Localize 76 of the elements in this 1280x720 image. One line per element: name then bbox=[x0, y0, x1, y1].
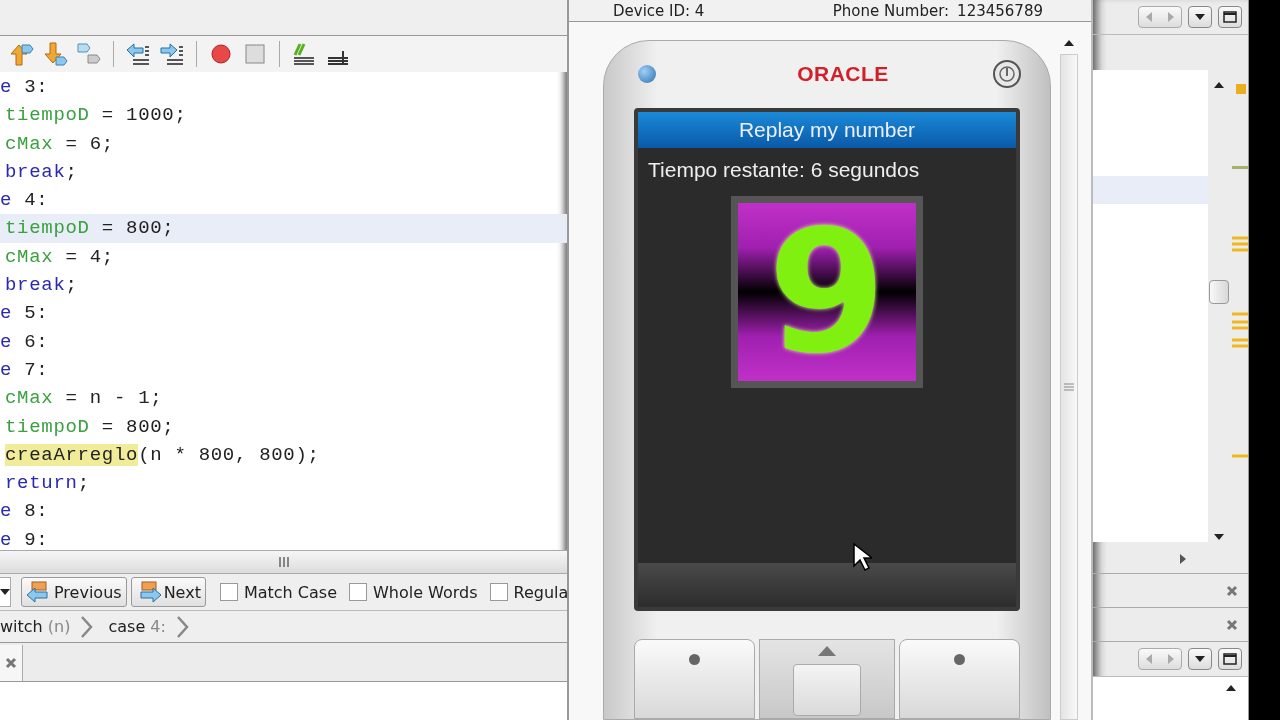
up-arrow-icon bbox=[818, 646, 836, 656]
brand-logo: ORACLE bbox=[797, 62, 889, 87]
caret-icon bbox=[0, 589, 10, 595]
code-line: cMax = n - 1; bbox=[4, 386, 164, 412]
grip-icon bbox=[277, 557, 290, 567]
mouse-cursor-icon bbox=[852, 541, 872, 572]
led-icon bbox=[638, 65, 656, 84]
comment-lines-icon[interactable] bbox=[291, 41, 317, 67]
shift-left-icon[interactable] bbox=[125, 41, 151, 67]
tab-scroll-buttons[interactable] bbox=[1138, 648, 1182, 670]
breadcrumb-item[interactable]: case 4: bbox=[108, 617, 166, 636]
code-line: e 4: bbox=[0, 188, 50, 214]
search-option[interactable]: Match Case bbox=[219, 582, 337, 602]
down-arrow-icon bbox=[1214, 534, 1224, 540]
arrow-up-icon[interactable] bbox=[8, 41, 34, 67]
code-line: creaArreglo(n * 800, 800); bbox=[4, 442, 321, 468]
checkbox[interactable] bbox=[489, 583, 508, 601]
code-line: e 7: bbox=[0, 357, 50, 383]
phone-number-label: Phone Number: bbox=[832, 1, 950, 20]
right-arrow-icon bbox=[1180, 554, 1186, 564]
scroll-thumb[interactable] bbox=[1209, 280, 1229, 304]
code-line: break; bbox=[4, 159, 79, 185]
search-dropdown[interactable] bbox=[0, 577, 11, 607]
close-icon[interactable] bbox=[1226, 584, 1238, 597]
arrow-down-icon[interactable] bbox=[42, 41, 68, 67]
close-tab-tab[interactable] bbox=[0, 645, 23, 681]
code-line: e 5: bbox=[0, 301, 50, 327]
vertical-scrollbar[interactable] bbox=[1059, 40, 1079, 720]
left-softkey[interactable] bbox=[634, 639, 755, 719]
power-icon[interactable] bbox=[992, 59, 1022, 90]
search-option[interactable]: Regula bbox=[489, 582, 567, 602]
checkbox[interactable] bbox=[219, 583, 238, 601]
code-line: tiempoD = 800; bbox=[4, 414, 176, 440]
record-icon[interactable] bbox=[208, 41, 234, 67]
up-arrow-icon bbox=[1214, 82, 1224, 88]
window-icon bbox=[1223, 653, 1237, 665]
code-line: e 8: bbox=[0, 499, 50, 525]
up-arrow-icon bbox=[1064, 40, 1074, 46]
grip-icon bbox=[1064, 382, 1074, 392]
number-tile: 9 bbox=[731, 195, 923, 388]
search-option[interactable]: Whole Words bbox=[348, 582, 478, 602]
shift-right-icon[interactable] bbox=[159, 41, 185, 67]
window-icon bbox=[1223, 11, 1237, 23]
caret-icon bbox=[1195, 656, 1205, 662]
maximize-button[interactable] bbox=[1218, 6, 1242, 28]
code-line: return; bbox=[4, 471, 91, 497]
maximize-button[interactable] bbox=[1218, 648, 1242, 670]
horizontal-scrollbar[interactable] bbox=[0, 550, 567, 574]
app-title-bar: Replay my number bbox=[638, 111, 1016, 148]
next-button[interactable]: Next bbox=[130, 577, 206, 607]
dropdown-button[interactable] bbox=[1188, 6, 1212, 28]
code-line: e 9: bbox=[0, 527, 50, 550]
checkbox[interactable] bbox=[348, 583, 367, 601]
chevron-icon bbox=[175, 614, 190, 639]
chevron-icon bbox=[80, 614, 95, 639]
dropdown-button[interactable] bbox=[1188, 648, 1212, 670]
stop-icon[interactable] bbox=[242, 41, 268, 67]
code-line: e 3: bbox=[0, 75, 50, 100]
right-softkey[interactable] bbox=[899, 639, 1020, 719]
previous-button[interactable]: Previous bbox=[21, 577, 127, 607]
phone-number-value: 123456789 bbox=[957, 1, 1043, 20]
tab-scroll-buttons[interactable] bbox=[1138, 6, 1182, 28]
navigation-pad[interactable] bbox=[759, 639, 895, 719]
countdown-text: Tiempo restante: 6 segundos bbox=[647, 156, 921, 183]
breadcrumb-item[interactable]: witch (n) bbox=[0, 617, 71, 636]
device-id-label: Device ID: 4 bbox=[613, 1, 705, 20]
code-line: tiempoD = 1000; bbox=[4, 103, 188, 129]
close-icon[interactable] bbox=[1226, 618, 1238, 631]
caret-icon bbox=[1195, 14, 1205, 20]
code-line: break; bbox=[4, 273, 79, 299]
code-line: cMax = 6; bbox=[4, 131, 115, 157]
close-icon bbox=[5, 657, 17, 669]
code-line: cMax = 4; bbox=[4, 244, 115, 270]
up-arrow-icon bbox=[1226, 685, 1236, 691]
code-line: e 6: bbox=[0, 329, 50, 355]
shapes-icon[interactable] bbox=[76, 41, 102, 67]
